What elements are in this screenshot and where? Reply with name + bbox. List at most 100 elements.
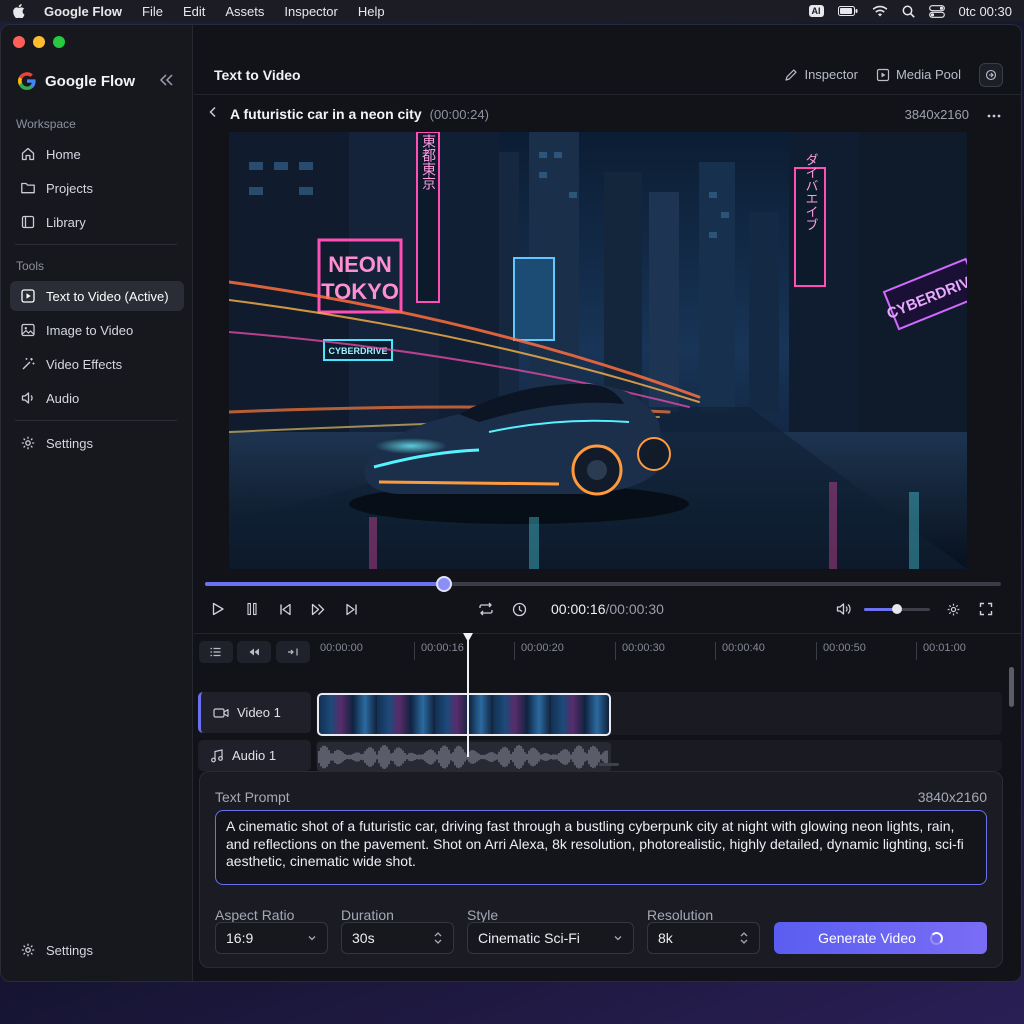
loop-icon [479, 602, 493, 616]
zoom-window-button[interactable] [53, 36, 65, 48]
style-label: Style [467, 907, 499, 923]
battery-icon[interactable] [837, 6, 858, 16]
close-window-button[interactable] [13, 36, 25, 48]
sidebar-item-settings-bottom[interactable]: Settings [10, 935, 184, 965]
timeline-list-button[interactable] [199, 641, 233, 663]
loading-spinner-icon [929, 931, 943, 945]
panel-toggle-button[interactable] [979, 62, 1003, 87]
clip-duration: (00:00:24) [429, 106, 489, 122]
sign-tokyo: TOKYO [321, 279, 399, 304]
track-name: Audio 1 [232, 748, 277, 763]
pencil-icon [785, 68, 798, 81]
speaker-icon [21, 392, 33, 404]
style-select[interactable]: Cinematic Sci-Fi [467, 922, 634, 954]
prompt-textarea[interactable]: A cinematic shot of a futuristic car, dr… [215, 810, 987, 885]
sidebar-item-label: Video Effects [46, 356, 123, 372]
duration-stepper[interactable]: 30s [341, 922, 454, 954]
timeline-scrollbar[interactable] [1009, 667, 1014, 707]
media-pool-button[interactable]: Media Pool [876, 67, 961, 82]
volume-button[interactable] [834, 597, 854, 621]
menubar-app-name[interactable]: Google Flow [44, 4, 122, 19]
sidebar-item-text-to-video[interactable]: Text to Video (Active) [10, 281, 184, 311]
resolution-stepper[interactable]: 8k [647, 922, 760, 954]
pause-icon [247, 602, 257, 616]
folder-icon [21, 182, 35, 194]
loop-button[interactable] [476, 597, 496, 621]
pause-button[interactable] [243, 597, 261, 621]
ruler-line [816, 642, 817, 660]
media-pool-label: Media Pool [895, 67, 961, 82]
back-icon[interactable] [208, 105, 218, 123]
sidebar-item-label: Settings [46, 942, 93, 958]
page-title: Text to Video [214, 66, 301, 83]
menu-file[interactable]: File [142, 4, 163, 19]
ruler-tick: 00:00:00 [320, 642, 363, 654]
sidebar-item-home[interactable]: Home [10, 139, 184, 169]
chevron-down-icon [307, 931, 317, 948]
generate-video-button[interactable]: Generate Video [774, 922, 987, 954]
track-header-video[interactable]: Video 1 [198, 692, 311, 733]
play-button[interactable] [209, 597, 227, 621]
timeline-split-button[interactable] [276, 641, 310, 663]
scrubber-handle[interactable] [435, 576, 452, 592]
music-note-icon [211, 748, 223, 762]
minimize-window-button[interactable] [33, 36, 45, 48]
waveform-icon [318, 745, 608, 769]
ruler-tick: 00:00:30 [622, 642, 665, 654]
aspect-ratio-select[interactable]: 16:9 [215, 922, 328, 954]
main-area: Text to Video Inspector Media Pool A fut… [194, 25, 1021, 981]
sidebar-item-video-effects[interactable]: Video Effects [10, 349, 184, 379]
more-options-icon[interactable] [987, 105, 1001, 123]
sidebar-item-settings[interactable]: Settings [10, 428, 184, 458]
track-header-audio[interactable]: Audio 1 [198, 740, 311, 771]
panel-icon [985, 69, 997, 80]
sidebar-item-image-to-video[interactable]: Image to Video [10, 315, 184, 345]
window-controls [13, 36, 65, 48]
playhead[interactable] [467, 633, 469, 757]
wifi-icon[interactable] [872, 5, 888, 17]
menu-edit[interactable]: Edit [183, 4, 205, 19]
menu-inspector[interactable]: Inspector [284, 4, 337, 19]
skip-back-button[interactable] [276, 597, 294, 621]
timecode: 00:00:16/00:00:30 [551, 601, 664, 617]
panel-resize-handle[interactable] [599, 763, 619, 766]
skip-forward-button[interactable] [342, 597, 360, 621]
control-center-icon[interactable] [928, 4, 945, 18]
sidebar-item-projects[interactable]: Projects [10, 173, 184, 203]
sidebar-divider [15, 420, 177, 421]
brand[interactable]: Google Flow [17, 71, 135, 91]
volume-handle[interactable] [892, 604, 902, 614]
menubar-clock[interactable]: 0tc 00:30 [959, 4, 1013, 19]
search-icon[interactable] [902, 5, 915, 18]
sidebar-item-label: Settings [46, 435, 93, 451]
fullscreen-button[interactable] [976, 597, 996, 621]
ai-status-icon[interactable]: AI [808, 5, 824, 17]
volume-icon [836, 603, 851, 615]
collapse-sidebar-icon[interactable] [159, 73, 175, 92]
cyberpunk-scene-image: NEON TOKYO 東都東京 CYBERDRIVE ダイバエイブ CYBERD… [229, 132, 967, 569]
image-icon [21, 323, 35, 337]
inspector-button[interactable]: Inspector [784, 67, 858, 82]
clock-icon [512, 602, 526, 616]
audio-clip[interactable] [317, 742, 611, 772]
skip-forward-icon [345, 603, 357, 615]
menu-help[interactable]: Help [358, 4, 385, 19]
generate-video-label: Generate Video [818, 930, 916, 946]
sidebar-item-audio[interactable]: Audio [10, 383, 184, 413]
sidebar-item-library[interactable]: Library [10, 207, 184, 237]
timeline-ruler[interactable]: 00:00:00 00:00:16 00:00:20 00:00:30 00:0… [314, 634, 1021, 664]
timeline-rewind-button[interactable] [237, 641, 271, 663]
home-icon [21, 147, 35, 161]
video-clip[interactable] [317, 693, 611, 736]
menu-assets[interactable]: Assets [225, 4, 264, 19]
ruler-tick: 00:00:16 [421, 642, 464, 654]
video-preview[interactable]: NEON TOKYO 東都東京 CYBERDRIVE ダイバエイブ CYBERD… [229, 132, 967, 569]
playback-settings-button[interactable] [943, 597, 963, 621]
ruler-tick: 00:01:00 [923, 642, 966, 654]
tools-section-label: Tools [16, 259, 45, 273]
duration-value: 30s [352, 930, 375, 946]
timer-button[interactable] [509, 597, 529, 621]
ruler-line [615, 642, 616, 660]
apple-icon[interactable] [12, 4, 26, 18]
step-forward-button[interactable] [309, 597, 327, 621]
